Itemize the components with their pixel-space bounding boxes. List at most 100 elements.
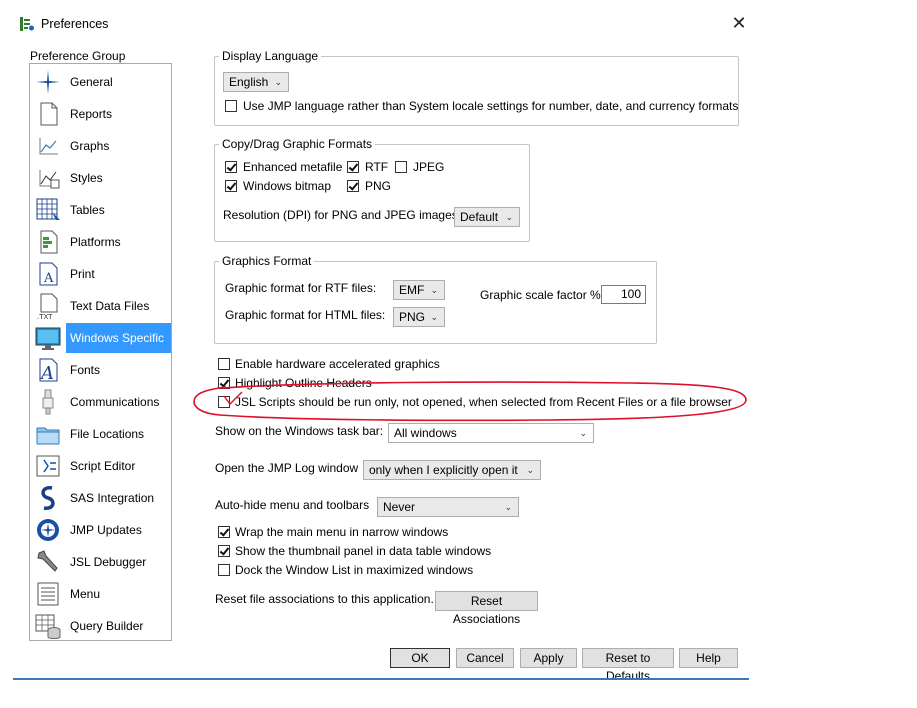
windows-bitmap-checkbox[interactable] [225, 180, 237, 192]
html-format-dropdown[interactable]: PNG ⌄ [393, 307, 445, 327]
enhanced-metafile-label: Enhanced metafile [243, 160, 343, 174]
display-language-group [214, 56, 739, 126]
window-title: Preferences [41, 17, 109, 31]
scale-factor-input[interactable]: 100 [601, 285, 646, 304]
wrap-menu-checkbox[interactable] [218, 526, 230, 538]
sidebar-item-reports[interactable]: Reports [30, 98, 171, 130]
language-dropdown[interactable]: English ⌄ [223, 72, 289, 92]
menu-icon [37, 582, 59, 606]
styles-icon [39, 170, 60, 189]
text-data-files-icon: .TXT [37, 293, 58, 320]
rtf-format-label: Graphic format for RTF files: [225, 281, 377, 295]
sidebar-item-sas-integration[interactable]: SAS Integration [30, 482, 171, 514]
graphics-format-legend: Graphics Format [219, 254, 315, 268]
reset-assoc-label: Reset file associations to this applicat… [215, 592, 434, 606]
svg-text:A: A [39, 363, 54, 384]
resolution-value: Default [460, 210, 499, 224]
file-locations-icon [36, 427, 60, 445]
preference-group-label: Preference Group [30, 49, 126, 63]
sidebar-item-label: Print [70, 267, 95, 281]
png-checkbox[interactable] [347, 180, 359, 192]
sidebar-item-styles[interactable]: Styles [30, 162, 171, 194]
rtf-checkbox[interactable] [347, 161, 359, 173]
sidebar-item-general[interactable]: General [30, 66, 171, 98]
jmp-updates-icon [37, 519, 59, 541]
taskbar-value: All windows [394, 426, 457, 440]
apply-button[interactable]: Apply [520, 648, 577, 668]
sidebar-item-label: Windows Specific [66, 323, 171, 353]
help-button[interactable]: Help [679, 648, 738, 668]
sidebar-item-label: Graphs [70, 139, 110, 153]
rtf-label: RTF [365, 160, 389, 174]
thumbnail-panel-checkbox[interactable] [218, 545, 230, 557]
hardware-accel-checkbox[interactable] [218, 358, 230, 370]
rtf-format-dropdown[interactable]: EMF ⌄ [393, 280, 445, 300]
cancel-button[interactable]: Cancel [456, 648, 514, 668]
graphs-icon [39, 138, 58, 155]
svg-text:A: A [43, 271, 54, 286]
dock-window-list-checkbox[interactable] [218, 564, 230, 576]
chevron-down-icon: ⌄ [504, 502, 512, 512]
sidebar-item-print[interactable]: A Print [30, 258, 171, 290]
copy-drag-formats-legend: Copy/Drag Graphic Formats [219, 137, 376, 151]
sas-integration-icon [41, 486, 55, 510]
autohide-dropdown[interactable]: Never ⌄ [377, 497, 519, 517]
sidebar-item-query-builder[interactable]: Query Builder [30, 610, 171, 642]
thumbnail-panel-label: Show the thumbnail panel in data table w… [235, 544, 492, 558]
sidebar-item-label: Text Data Files [70, 299, 150, 313]
sidebar-item-text-data-files[interactable]: .TXT Text Data Files [30, 290, 171, 322]
chevron-down-icon: ⌄ [579, 428, 587, 438]
sidebar-item-label: SAS Integration [70, 491, 155, 505]
jpeg-checkbox[interactable] [395, 161, 407, 173]
dock-window-list-label: Dock the Window List in maximized window… [235, 563, 474, 577]
jsl-debugger-icon [37, 550, 58, 572]
sidebar-item-label: Query Builder [70, 619, 144, 633]
sidebar-item-label: JSL Debugger [70, 555, 147, 569]
sidebar-item-file-locations[interactable]: File Locations [30, 418, 171, 450]
sidebar-item-tables[interactable]: Tables [30, 194, 171, 226]
display-language-legend: Display Language [219, 49, 322, 63]
svg-text:.TXT: .TXT [37, 313, 53, 320]
sidebar-item-platforms[interactable]: Platforms [30, 226, 171, 258]
sidebar-item-jmp-updates[interactable]: JMP Updates [30, 514, 171, 546]
sidebar-item-label: JMP Updates [70, 523, 142, 537]
sidebar-item-windows-specific[interactable]: Windows Specific [30, 322, 171, 354]
sidebar-item-label: Script Editor [70, 459, 136, 473]
sidebar-item-label: Platforms [70, 235, 121, 249]
resolution-dropdown[interactable]: Default ⌄ [454, 207, 520, 227]
platforms-icon [40, 230, 58, 254]
taskbar-label: Show on the Windows task bar: [215, 424, 384, 438]
reset-associations-button[interactable]: Reset Associations [435, 591, 538, 626]
sidebar-item-communications[interactable]: Communications [30, 386, 171, 418]
scale-factor-label: Graphic scale factor % [480, 288, 601, 302]
log-window-dropdown[interactable]: only when I explicitly open it ⌄ [363, 460, 541, 480]
sidebar-item-fonts[interactable]: A Fonts [30, 354, 171, 386]
resolution-label: Resolution (DPI) for PNG and JPEG images… [223, 208, 462, 222]
sidebar-item-label: Fonts [70, 363, 101, 377]
enhanced-metafile-checkbox[interactable] [225, 161, 237, 173]
html-format-label: Graphic format for HTML files: [225, 308, 386, 322]
fonts-icon: A [39, 358, 58, 384]
windows-specific-icon [35, 327, 61, 350]
ok-button[interactable]: OK [390, 648, 450, 668]
preferences-app-icon [20, 17, 34, 31]
log-window-value: only when I explicitly open it [369, 463, 518, 477]
sidebar-item-label: Reports [70, 107, 113, 121]
taskbar-dropdown[interactable]: All windows ⌄ [388, 423, 594, 443]
close-icon[interactable]: ✕ [730, 14, 748, 32]
hardware-accel-label: Enable hardware accelerated graphics [235, 357, 440, 371]
sidebar-item-jsl-debugger[interactable]: JSL Debugger [30, 546, 171, 578]
sidebar-item-script-editor[interactable]: Script Editor [30, 450, 171, 482]
script-editor-icon [36, 455, 60, 477]
communications-icon [42, 389, 54, 415]
general-icon [36, 70, 60, 94]
sidebar-item-menu[interactable]: Menu [30, 578, 171, 610]
sidebar-item-graphs[interactable]: Graphs [30, 130, 171, 162]
jpeg-label: JPEG [413, 160, 445, 174]
window-bottom-edge [13, 678, 749, 680]
print-icon: A [39, 262, 58, 286]
reset-to-defaults-button[interactable]: Reset to Defaults [582, 648, 674, 683]
png-label: PNG [365, 179, 392, 193]
sidebar-item-label: File Locations [70, 427, 145, 441]
use-jmp-language-checkbox[interactable] [225, 100, 237, 112]
